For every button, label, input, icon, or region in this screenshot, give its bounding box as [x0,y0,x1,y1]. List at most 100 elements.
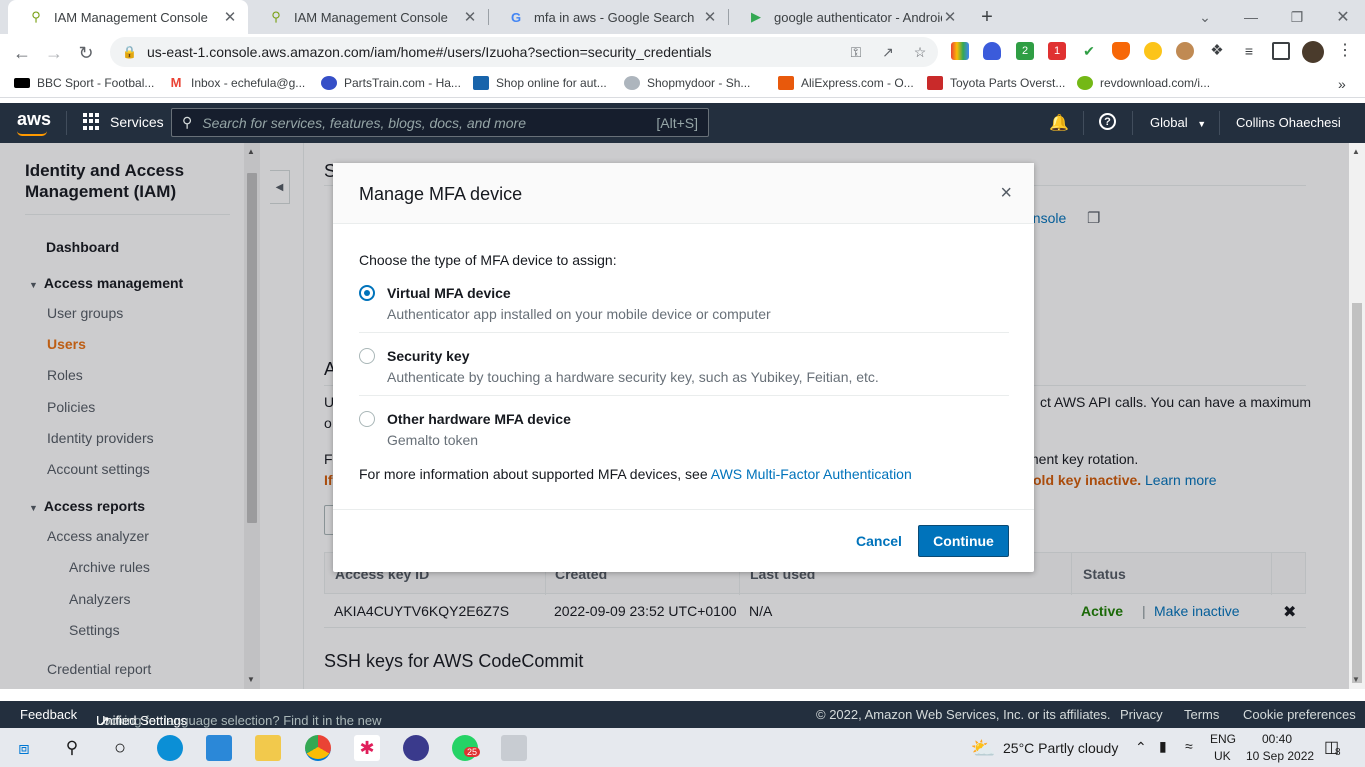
bookmarks-overflow-icon[interactable]: » [1338,76,1346,92]
main-scrollbar[interactable]: ▲ ▼ [1349,143,1365,689]
help-icon[interactable]: ? [1099,113,1116,130]
battery-icon[interactable]: ▮ [1159,738,1167,755]
tab-google-play[interactable]: ▶ google authenticator - Android A ✕ [728,0,968,34]
media-list-icon[interactable]: ≡ [1240,42,1258,60]
control-panel-icon[interactable] [206,735,232,761]
feedback-link[interactable]: Feedback [20,707,77,722]
option-virtual-mfa[interactable]: Virtual MFA device Authenticator app ins… [359,283,1009,345]
bookmark-toyota-parts[interactable]: Toyota Parts Overst... [927,76,1065,90]
close-window-button[interactable]: ✕ [1320,0,1365,34]
close-tab-icon[interactable]: ✕ [222,8,238,26]
search-shortcut-hint: [Alt+S] [656,115,698,131]
weather-icon[interactable]: ⛅ [970,735,996,761]
restore-button[interactable]: ❐ [1274,0,1320,34]
whatsapp-icon[interactable]: 25 [452,735,481,761]
clock-date[interactable]: 10 Sep 2022 [1246,749,1314,763]
bookmark-bbc-sport[interactable]: BBC Sport - Footbal... [14,76,154,90]
manage-mfa-modal: Manage MFA device × Choose the type of M… [333,163,1034,572]
bookmark-aliexpress[interactable]: AliExpress.com - O... [778,76,914,90]
bookmark-revdownload[interactable]: revdownload.com/i... [1077,76,1210,90]
reload-icon[interactable]: ↻ [72,39,100,67]
aws-search-box[interactable]: ⚲ [Alt+S] [171,108,709,137]
close-icon[interactable]: × [1000,183,1012,203]
minimize-button[interactable]: — [1228,0,1274,34]
back-arrow-icon[interactable]: ← [8,39,36,67]
browser-menu-icon[interactable]: ⋮ [1336,42,1354,60]
services-menu-button[interactable]: Services [83,113,164,130]
scroll-down-icon[interactable]: ▼ [1352,675,1360,684]
scroll-up-icon[interactable]: ▲ [1352,147,1360,156]
app-icon[interactable] [403,735,429,761]
aws-footer: Feedback Looking for language selection?… [0,701,1365,728]
extension-brave-icon[interactable] [1112,42,1130,60]
extensions-puzzle-icon[interactable]: ❖ [1208,42,1226,60]
continue-button[interactable]: Continue [918,525,1009,557]
cancel-button[interactable]: Cancel [848,525,910,557]
option-other-hardware-mfa[interactable]: Other hardware MFA device Gemalto token [359,409,1009,471]
privacy-link[interactable]: Privacy [1120,707,1163,722]
close-tab-icon[interactable]: ✕ [942,8,958,26]
search-icon[interactable]: ⚲ [59,735,85,761]
extension-puzzle-green-icon[interactable]: 2 [1016,42,1034,60]
radio-virtual-mfa[interactable] [359,285,375,301]
key-icon[interactable]: ⚿ [846,42,866,62]
bookmark-shopmydoor[interactable]: Shopmydoor - Sh... [624,76,750,90]
browser-tab-bar: ⚲ IAM Management Console ✕ ⚲ IAM Managem… [0,0,1365,34]
extension-ghost-icon[interactable] [1144,42,1162,60]
slack-icon[interactable]: ✱ [354,735,380,761]
region-selector[interactable]: Global ▼ [1150,115,1206,130]
side-panel-icon[interactable] [1272,42,1290,60]
tab-title: IAM Management Console [54,9,208,25]
close-tab-icon[interactable]: ✕ [702,8,718,26]
extension-colorful-icon[interactable] [951,42,969,60]
windows-start-icon[interactable]: ⧈ [11,735,37,761]
extension-cookie-icon[interactable] [1176,42,1194,60]
bookmark-star-icon[interactable]: ☆ [910,42,930,62]
search-icon: ⚲ [182,114,193,130]
close-tab-icon[interactable]: ✕ [462,8,478,26]
tab-google-search[interactable]: G mfa in aws - Google Search ✕ [488,0,728,34]
services-label: Services [110,113,164,130]
new-tab-button[interactable]: + [976,6,998,28]
radio-other-hardware-mfa[interactable] [359,411,375,427]
cookie-preferences-link[interactable]: Cookie preferences [1243,707,1356,722]
option-security-key[interactable]: Security key Authenticate by touching a … [359,346,1009,408]
bookmark-partstrain[interactable]: PartsTrain.com - Ha... [321,76,461,90]
bookmark-gmail[interactable]: M Inbox - echefula@g... [168,76,305,90]
cortana-icon[interactable]: ○ [107,735,133,761]
bookmark-shop-online[interactable]: Shop online for aut... [473,76,607,90]
notification-count: 8 [1335,747,1341,758]
chrome-icon[interactable] [305,735,331,761]
clock-time[interactable]: 00:40 [1262,732,1292,746]
share-icon[interactable]: ↗ [878,42,898,62]
mfa-docs-link[interactable]: AWS Multi-Factor Authentication [711,466,912,482]
extension-check-icon[interactable]: ✔ [1080,42,1098,60]
windows-taskbar: ⧈ ⚲ ○ ✱ 25 ⛅ 25°C Partly cloudy ⌃ ▮ ≈ EN… [0,728,1365,767]
radio-security-key[interactable] [359,348,375,364]
aws-logo[interactable]: aws [17,109,51,136]
address-bar[interactable]: 🔒 us-east-1.console.aws.amazon.com/iam/h… [110,37,938,67]
aws-search-input[interactable] [202,114,633,131]
edge-icon[interactable] [157,735,183,761]
bookmark-label: Shopmydoor - Sh... [647,76,751,90]
profile-avatar[interactable] [1302,41,1324,63]
account-menu[interactable]: Collins Ohaechesi [1236,115,1341,130]
weather-text[interactable]: 25°C Partly cloudy [1003,740,1118,756]
tab-iam-console-1[interactable]: ⚲ IAM Management Console ✕ [8,0,248,34]
language-bottom[interactable]: UK [1214,749,1231,763]
tab-title: mfa in aws - Google Search [534,9,695,25]
extension-shield-icon[interactable] [983,42,1001,60]
forward-arrow-icon[interactable]: → [40,39,68,67]
app-window-icon[interactable] [501,735,527,761]
tab-search-chevron-icon[interactable]: ⌄ [1182,0,1228,34]
notifications-bell-icon[interactable]: 🔔 [1049,113,1069,133]
file-explorer-icon[interactable] [255,735,281,761]
tab-iam-console-2[interactable]: ⚲ IAM Management Console ✕ [248,0,488,34]
wifi-icon[interactable]: ≈ [1185,738,1193,754]
chevron-up-icon[interactable]: ⌃ [1135,739,1147,756]
scrollbar-thumb[interactable] [1352,303,1362,683]
extension-red-badge-icon[interactable]: 1 [1048,42,1066,60]
option-label: Security key [387,348,470,364]
terms-link[interactable]: Terms [1184,707,1219,722]
language-top[interactable]: ENG [1210,732,1236,746]
